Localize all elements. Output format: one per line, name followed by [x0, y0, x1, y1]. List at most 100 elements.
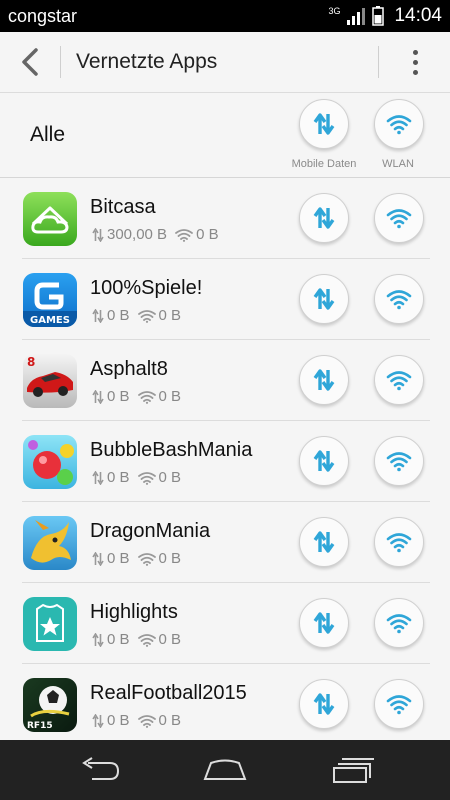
- mobile-data-arrows-icon: [313, 207, 335, 229]
- signal-icon: [347, 8, 366, 25]
- wifi-icon: [386, 614, 412, 634]
- wifi-icon: [386, 209, 412, 229]
- nav-recents-button[interactable]: [322, 752, 382, 788]
- wifi-small-icon: [137, 633, 156, 647]
- svg-text:RF15: RF15: [27, 721, 53, 731]
- svg-text:GAMES: GAMES: [30, 315, 70, 326]
- mobile-usage-value: 0 B: [107, 307, 130, 324]
- status-bar: congstar 3G 14:04: [0, 0, 450, 32]
- app-name: Bitcasa: [90, 196, 156, 218]
- highlights-icon: [23, 597, 77, 651]
- app-usage: 0 B 0 B: [92, 631, 181, 648]
- wlan-toggle[interactable]: [374, 598, 424, 648]
- wlan-usage-value: 0 B: [158, 550, 182, 567]
- mobile-data-small-icon: [92, 551, 104, 566]
- realfootball2015-icon: RF15: [23, 678, 77, 732]
- wifi-small-icon: [137, 309, 156, 323]
- app-name: Highlights: [90, 601, 178, 623]
- app-usage: 0 B 0 B: [92, 388, 181, 405]
- mobile-usage-value: 0 B: [107, 469, 130, 486]
- page-title: Vernetzte Apps: [76, 50, 218, 73]
- app-row: Bitcasa 300,00 B 0 B: [0, 178, 450, 259]
- wifi-small-icon: [175, 228, 193, 242]
- bubblebashmania-icon: [23, 435, 77, 489]
- mobile-data-toggle[interactable]: [299, 598, 349, 648]
- status-indicators: 3G 14:04: [328, 4, 442, 28]
- mobile-data-toggle[interactable]: [299, 355, 349, 405]
- mobile-data-toggle[interactable]: [299, 436, 349, 486]
- wlan-usage-value: 0 B: [158, 712, 182, 729]
- mobile-data-arrows-icon: [313, 113, 335, 135]
- app-name: RealFootball2015: [90, 682, 247, 704]
- back-nav-icon: [82, 757, 120, 780]
- app-row: Highlights 0 B 0 B: [0, 583, 450, 664]
- wifi-small-icon: [137, 552, 156, 566]
- app-row: RF15 RealFootball2015 0 B 0 B: [0, 664, 450, 740]
- wlan-toggle[interactable]: [374, 355, 424, 405]
- dragonmania-icon: [23, 516, 77, 570]
- wlan-usage-value: 0 B: [196, 226, 219, 243]
- action-bar: Vernetzte Apps: [0, 32, 450, 93]
- all-mobile-data-toggle[interactable]: [299, 99, 349, 149]
- mobile-data-toggle[interactable]: [299, 193, 349, 243]
- wifi-icon: [386, 371, 412, 391]
- mobile-data-arrows-icon: [313, 531, 335, 553]
- mobile-data-toggle[interactable]: [299, 274, 349, 324]
- back-button[interactable]: [10, 42, 50, 82]
- app-list[interactable]: Bitcasa 300,00 B 0 B GAMES 100%Spiele! 0…: [0, 178, 450, 740]
- navigation-bar: [0, 740, 450, 800]
- clock: 14:04: [394, 5, 442, 26]
- mobile-data-small-icon: [92, 227, 104, 242]
- wlan-toggle[interactable]: [374, 679, 424, 729]
- svg-text:8: 8: [27, 355, 35, 369]
- app-row: BubbleBashMania 0 B 0 B: [0, 421, 450, 502]
- menu-dot: [412, 69, 418, 75]
- mobile-data-small-icon: [92, 308, 104, 323]
- wifi-icon: [386, 115, 412, 135]
- wifi-icon: [386, 695, 412, 715]
- wifi-icon: [386, 452, 412, 472]
- network-type-label: 3G: [328, 6, 341, 16]
- all-wlan-toggle[interactable]: [374, 99, 424, 149]
- mobile-data-small-icon: [92, 632, 104, 647]
- app-row: GAMES 100%Spiele! 0 B 0 B: [0, 259, 450, 340]
- wlan-toggle[interactable]: [374, 436, 424, 486]
- app-usage: 0 B 0 B: [92, 469, 181, 486]
- recents-nav-icon: [333, 758, 374, 783]
- app-name: Asphalt8: [90, 358, 168, 380]
- nav-back-button[interactable]: [70, 752, 130, 788]
- app-row: 8 Asphalt8 0 B 0 B: [0, 340, 450, 421]
- app-row: DragonMania 0 B 0 B: [0, 502, 450, 583]
- mobile-usage-value: 0 B: [107, 388, 130, 405]
- wlan-toggle[interactable]: [374, 193, 424, 243]
- wifi-small-icon: [137, 714, 156, 728]
- mobile-usage-value: 0 B: [107, 631, 130, 648]
- mobile-data-toggle[interactable]: [299, 679, 349, 729]
- wlan-toggle[interactable]: [374, 274, 424, 324]
- wlan-column-label: WLAN: [382, 158, 414, 170]
- all-apps-row: Alle Mobile Daten WLAN: [0, 93, 450, 178]
- app-name: DragonMania: [90, 520, 211, 542]
- wifi-small-icon: [137, 390, 156, 404]
- wlan-toggle[interactable]: [374, 517, 424, 567]
- mobile-data-arrows-icon: [313, 288, 335, 310]
- nav-home-button[interactable]: [195, 752, 255, 788]
- overflow-menu-button[interactable]: [400, 42, 430, 82]
- mobile-data-arrows-icon: [313, 612, 335, 634]
- mobile-data-arrows-icon: [313, 693, 335, 715]
- home-nav-icon: [203, 759, 247, 780]
- menu-dot: [412, 59, 418, 65]
- mobile-data-arrows-icon: [313, 450, 335, 472]
- header-divider-right: [378, 46, 379, 78]
- bitcasa-icon: [23, 192, 77, 246]
- header-divider-left: [60, 46, 61, 78]
- mobile-data-small-icon: [92, 470, 104, 485]
- chevron-left-icon: [22, 48, 38, 76]
- wlan-usage-value: 0 B: [158, 469, 182, 486]
- mobile-data-toggle[interactable]: [299, 517, 349, 567]
- app-name: BubbleBashMania: [90, 439, 253, 461]
- mobile-usage-value: 300,00 B: [107, 226, 168, 243]
- mobile-data-arrows-icon: [313, 369, 335, 391]
- app-usage: 300,00 B 0 B: [92, 226, 219, 243]
- menu-dot: [412, 49, 418, 55]
